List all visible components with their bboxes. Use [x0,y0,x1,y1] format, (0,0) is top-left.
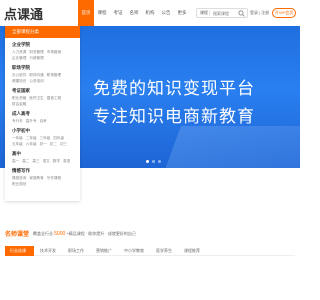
category-subitem[interactable]: 五年级 [12,142,23,147]
category-subitem[interactable]: 数学 [53,159,60,164]
category-subitem[interactable]: 英语 [63,159,70,164]
category-subitem[interactable]: 建造工程 [47,96,61,101]
tab-tech[interactable]: 技术开发 [34,246,62,256]
carousel-dot[interactable] [152,160,155,163]
category-group: 情感写作情感咨询 家庭教育 写作课程职业规划 [5,164,80,187]
category-subitem[interactable]: 四年级 [53,136,64,141]
search-input[interactable] [210,10,240,16]
category-subitem[interactable]: 语文 [43,159,50,164]
category-subitem[interactable]: 专升本 [12,119,23,124]
banner-title: 免费的知识变现平台 [93,79,255,99]
main-nav: 首页 课程 考证 名师 机构 公告 更多 [78,0,190,26]
category-title[interactable]: 企业学院 [12,42,74,48]
category-subitem[interactable]: 办公软件 [12,73,26,78]
carousel-dot[interactable] [158,160,161,163]
keyboard-graphic [159,126,300,168]
search-box: 课程 [196,8,248,18]
section-title: 名师课堂 [5,232,30,238]
category-subitem[interactable]: 初一 [40,142,47,147]
nav-item-notices[interactable]: 公告 [158,0,174,26]
category-subitem[interactable]: 写作课程 [47,176,61,181]
tab-workplace[interactable]: 职场工作 [62,246,90,256]
category-subitem[interactable]: 三年级 [40,136,51,141]
vip-button[interactable]: 开VIP会员 [272,8,296,18]
category-subitem[interactable]: 人力资源 [12,50,26,55]
tab-marketing[interactable]: 营销推广 [90,246,118,256]
featured-section-header: 名师课堂 覆盖全行业 5000 +精品课程 · 助你提升 · 成就更好的自己 [5,229,136,239]
tab-industry[interactable]: 行业选课▾ [5,245,35,256]
category-menu-heading[interactable]: 全部课程分类 [5,26,80,38]
search-scope-select[interactable]: 课程 [197,10,210,16]
login-register-link[interactable]: 登录 | 注册 [250,10,269,16]
category-title[interactable]: 考证国家 [12,88,74,94]
category-subitem[interactable]: 高三 [32,159,39,164]
category-title[interactable]: 情感写作 [12,168,74,174]
category-subitem[interactable]: 初二 [50,142,57,147]
tab-recommended[interactable]: 课程推荐 [178,246,206,256]
tab-label: 行业选课 [10,247,26,253]
category-subitems: 职业资格 医药卫生 建造工程财会金融 [12,96,74,107]
category-subitem[interactable]: 初三 [60,142,67,147]
nav-item-institutions[interactable]: 机构 [142,0,158,26]
category-subitem[interactable]: 高二 [22,159,29,164]
category-subitem[interactable]: 企业管理 [12,56,26,61]
nav-item-teachers[interactable]: 名师 [126,0,142,26]
category-group: 考证国家职业资格 医药卫生 建造工程财会金融 [5,84,80,107]
category-subitem[interactable]: 六年级 [26,142,37,147]
search-icon[interactable] [238,10,245,17]
category-subitem[interactable]: 高升专 [26,119,37,124]
carousel-dot[interactable] [146,160,149,163]
tab-k12[interactable]: 中小学教育 [118,246,150,256]
category-subitem[interactable]: 财会金融 [12,102,26,107]
category-subitem[interactable]: 高一 [12,159,19,164]
category-subitem[interactable]: 公务培训 [29,79,43,84]
category-title[interactable]: 高中 [12,151,74,157]
category-subitems: 一年级 二年级 三年级 四年级五年级 六年级 初一 初二 初三 [12,136,74,147]
category-title[interactable]: 小学初中 [12,128,74,134]
category-subitems: 人力资源 财务管理 市场营销企业管理 行政管理 [12,50,74,61]
chevron-down-icon: ▾ [27,247,30,253]
category-subitem[interactable]: 健康知识 [12,79,26,84]
category-subitem[interactable]: 职场管理 [47,73,61,78]
top-header: 点课通 首页 课程 考证 名师 机构 公告 更多 课程 登录 | 注册 开VIP… [0,0,300,26]
category-subitem[interactable]: 职业规划 [12,182,26,187]
category-subitems: 办公软件 职场沟通 职场管理健康知识 公务培训 [12,73,74,84]
section-description: 覆盖全行业 5000 +精品课程 · 助你提升 · 成就更好的自己 [33,231,136,237]
tab-health[interactable]: 医学养生 [150,246,178,256]
category-title[interactable]: 职场学院 [12,65,74,71]
description-suffix: +精品课程 · 助你提升 · 成就更好的自己 [66,230,136,236]
category-subitem[interactable]: 市场营销 [47,50,61,55]
category-subitem[interactable]: 一年级 [12,136,23,141]
description-prefix: 覆盖全行业 [33,230,54,236]
category-group: 企业学院人力资源 财务管理 市场营销企业管理 行政管理 [5,38,80,61]
category-subitems: 情感咨询 家庭教育 写作课程职业规划 [12,176,74,187]
category-subitem[interactable]: 医药卫生 [29,96,43,101]
logo-text: 点课通 [4,6,44,22]
carousel-dots [146,160,161,163]
category-group: 成人高考专升本 高升专 自考 [5,107,80,124]
nav-item-more[interactable]: 更多 [174,0,190,26]
banner-subtitle: 专注知识电商新教育 [93,107,255,127]
category-subitem[interactable]: 二年级 [26,136,37,141]
category-group: 职场学院办公软件 职场沟通 职场管理健康知识 公务培训 [5,61,80,84]
category-subitem[interactable]: 家庭教育 [29,176,43,181]
nav-item-certification[interactable]: 考证 [110,0,126,26]
course-count: 5000 [54,230,66,237]
category-subitem[interactable]: 情感咨询 [12,176,26,181]
category-subitem[interactable]: 自考 [40,119,47,124]
nav-item-home[interactable]: 首页 [78,0,94,26]
nav-item-courses[interactable]: 课程 [94,0,110,26]
site-logo[interactable]: 点课通 [4,3,43,23]
category-menu: 全部课程分类 企业学院 人力资源 财务管理 市场营销 企业管理 行政管理 职场学院 办公软件职… [5,26,80,201]
category-subitems: 高一 高二 高三 语文 数学 英语 [12,159,74,164]
category-group: 小学初中一年级 二年级 三年级 四年级五年级 六年级 初一 初二 初三 [5,124,80,147]
category-subitem[interactable]: 职业资格 [12,96,26,101]
category-subitem[interactable]: 行政管理 [29,56,43,61]
category-subitem[interactable]: 财务管理 [29,50,43,55]
category-subitem[interactable]: 职场沟通 [29,73,43,78]
category-group: 高中高一 高二 高三 语文 数学 英语 [5,147,80,164]
category-title[interactable]: 成人高考 [12,111,74,117]
category-tabs: 行业选课▾ 技术开发 职场工作 营销推广 中小学教育 医学养生 课程推荐 [5,245,295,256]
